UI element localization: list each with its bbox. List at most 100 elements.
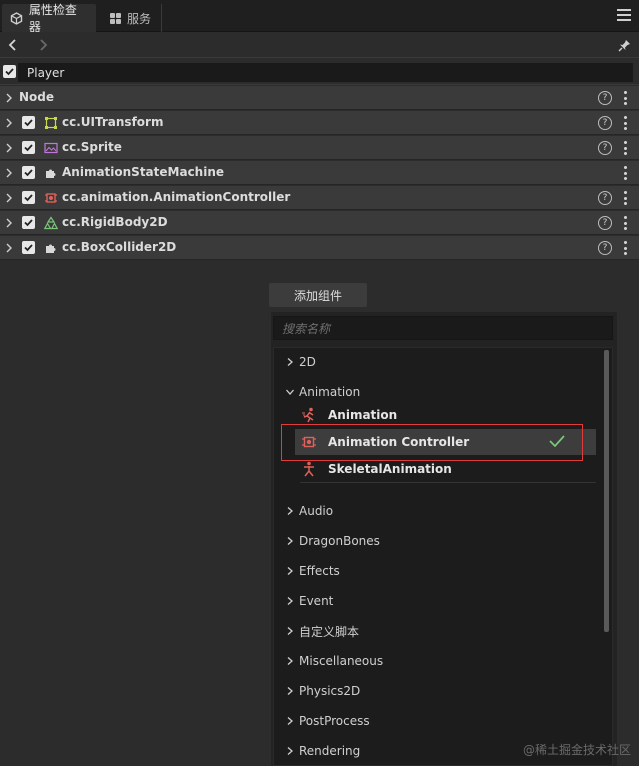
help-icon[interactable]: ? bbox=[598, 91, 612, 105]
category-dragonbones[interactable]: DragonBones bbox=[285, 531, 380, 551]
component-label: cc.Sprite bbox=[62, 140, 122, 154]
help-icon[interactable]: ? bbox=[598, 241, 612, 255]
component-row[interactable]: cc.Sprite ? bbox=[0, 136, 639, 160]
component-label: cc.BoxCollider2D bbox=[62, 240, 177, 254]
chevron-right-icon bbox=[6, 243, 12, 253]
component-label: cc.UITransform bbox=[62, 115, 164, 129]
chevron-right-icon bbox=[285, 746, 295, 756]
add-component-button[interactable]: 添加组件 bbox=[269, 283, 367, 307]
category-label: Event bbox=[299, 594, 334, 608]
component-row[interactable]: AnimationStateMachine bbox=[0, 161, 639, 185]
category-label: Audio bbox=[299, 504, 334, 518]
panel-menu-icon[interactable] bbox=[617, 9, 631, 21]
more-options-icon[interactable] bbox=[623, 216, 627, 230]
category-custom-script[interactable]: 自定义脚本 bbox=[285, 621, 359, 641]
category-2d[interactable]: 2D bbox=[285, 352, 316, 372]
pin-icon[interactable] bbox=[615, 36, 633, 54]
more-options-icon[interactable] bbox=[623, 191, 627, 205]
component-search-input[interactable]: 搜索名称 bbox=[273, 316, 613, 340]
category-animation[interactable]: Animation bbox=[285, 382, 360, 402]
chevron-right-icon bbox=[6, 118, 12, 128]
component-option-label: Animation bbox=[328, 408, 398, 422]
category-label: Miscellaneous bbox=[299, 654, 384, 668]
chevron-right-icon bbox=[285, 566, 295, 576]
category-miscellaneous[interactable]: Miscellaneous bbox=[285, 651, 383, 671]
forward-icon[interactable] bbox=[34, 36, 52, 54]
chevron-right-icon bbox=[6, 93, 12, 103]
sprite-icon bbox=[44, 142, 58, 154]
component-enabled-checkbox[interactable] bbox=[22, 241, 35, 254]
panel-tabbar: 属性检查器 服务 bbox=[0, 0, 639, 34]
chevron-right-icon bbox=[6, 168, 12, 178]
chevron-down-icon bbox=[285, 387, 295, 397]
category-label: Effects bbox=[299, 564, 340, 578]
component-option-skeletal-animation[interactable]: SkeletalAnimation bbox=[300, 459, 452, 479]
category-effects[interactable]: Effects bbox=[285, 561, 340, 581]
chevron-right-icon bbox=[6, 143, 12, 153]
help-icon[interactable]: ? bbox=[598, 116, 612, 130]
component-enabled-checkbox[interactable] bbox=[22, 141, 35, 154]
component-option-animation[interactable]: Animation bbox=[300, 405, 397, 425]
chevron-right-icon bbox=[6, 193, 12, 203]
node-active-checkbox[interactable] bbox=[3, 65, 16, 78]
history-nav bbox=[0, 32, 639, 58]
skeletal-animation-icon bbox=[300, 461, 318, 477]
category-postprocess[interactable]: PostProcess bbox=[285, 711, 370, 731]
component-row[interactable]: cc.animation.AnimationController ? bbox=[0, 186, 639, 210]
services-icon bbox=[108, 11, 122, 25]
component-option-label: SkeletalAnimation bbox=[328, 462, 452, 476]
category-event[interactable]: Event bbox=[285, 591, 333, 611]
chevron-right-icon bbox=[285, 686, 295, 696]
tab-services-label: 服务 bbox=[127, 11, 152, 26]
help-icon[interactable]: ? bbox=[598, 216, 612, 230]
tab-inspector-label: 属性检查器 bbox=[28, 3, 77, 34]
collider-icon bbox=[46, 244, 56, 253]
category-label: DragonBones bbox=[299, 534, 380, 548]
category-physics2d[interactable]: Physics2D bbox=[285, 681, 360, 701]
category-rendering[interactable]: Rendering bbox=[285, 741, 360, 761]
script-component-icon bbox=[46, 169, 56, 178]
more-options-icon[interactable] bbox=[623, 241, 627, 255]
chevron-right-icon bbox=[285, 596, 295, 606]
animation-run-icon bbox=[300, 407, 318, 423]
tab-services[interactable]: 服务 bbox=[100, 4, 162, 32]
component-enabled-checkbox[interactable] bbox=[22, 191, 35, 204]
component-row[interactable]: cc.RigidBody2D ? bbox=[0, 211, 639, 235]
more-options-icon[interactable] bbox=[623, 166, 627, 180]
more-options-icon[interactable] bbox=[623, 141, 627, 155]
chevron-right-icon bbox=[285, 506, 295, 516]
node-section-header[interactable]: Node ? bbox=[0, 86, 639, 110]
component-row[interactable]: cc.UITransform ? bbox=[0, 111, 639, 135]
category-label: Physics2D bbox=[299, 684, 361, 698]
category-audio[interactable]: Audio bbox=[285, 501, 333, 521]
chevron-right-icon bbox=[285, 626, 295, 636]
node-name-row: Player bbox=[0, 59, 639, 85]
ui-transform-icon bbox=[45, 117, 57, 129]
category-label: Animation bbox=[299, 385, 361, 399]
node-name-field[interactable]: Player bbox=[18, 63, 633, 82]
category-label: 2D bbox=[299, 355, 316, 369]
chevron-right-icon bbox=[285, 536, 295, 546]
help-icon[interactable]: ? bbox=[598, 191, 612, 205]
chevron-right-icon bbox=[285, 656, 295, 666]
tab-inspector[interactable]: 属性检查器 bbox=[2, 3, 96, 34]
help-icon[interactable]: ? bbox=[598, 141, 612, 155]
component-enabled-checkbox[interactable] bbox=[22, 216, 35, 229]
inspector-icon bbox=[10, 11, 24, 25]
component-enabled-checkbox[interactable] bbox=[22, 166, 35, 179]
component-label: AnimationStateMachine bbox=[62, 165, 225, 179]
watermark-text: @稀土掘金技术社区 bbox=[522, 743, 631, 757]
chevron-right-icon bbox=[285, 716, 295, 726]
list-scrollbar[interactable] bbox=[604, 350, 609, 632]
rigidbody-icon bbox=[44, 216, 58, 230]
chevron-right-icon bbox=[285, 357, 295, 367]
animation-controller-icon bbox=[45, 193, 57, 203]
node-section-label: Node bbox=[19, 90, 55, 104]
category-label: PostProcess bbox=[299, 714, 370, 728]
more-options-icon[interactable] bbox=[623, 91, 627, 105]
list-divider bbox=[300, 482, 596, 483]
component-enabled-checkbox[interactable] bbox=[22, 116, 35, 129]
more-options-icon[interactable] bbox=[623, 116, 627, 130]
back-icon[interactable] bbox=[4, 36, 22, 54]
component-row[interactable]: cc.BoxCollider2D ? bbox=[0, 236, 639, 260]
